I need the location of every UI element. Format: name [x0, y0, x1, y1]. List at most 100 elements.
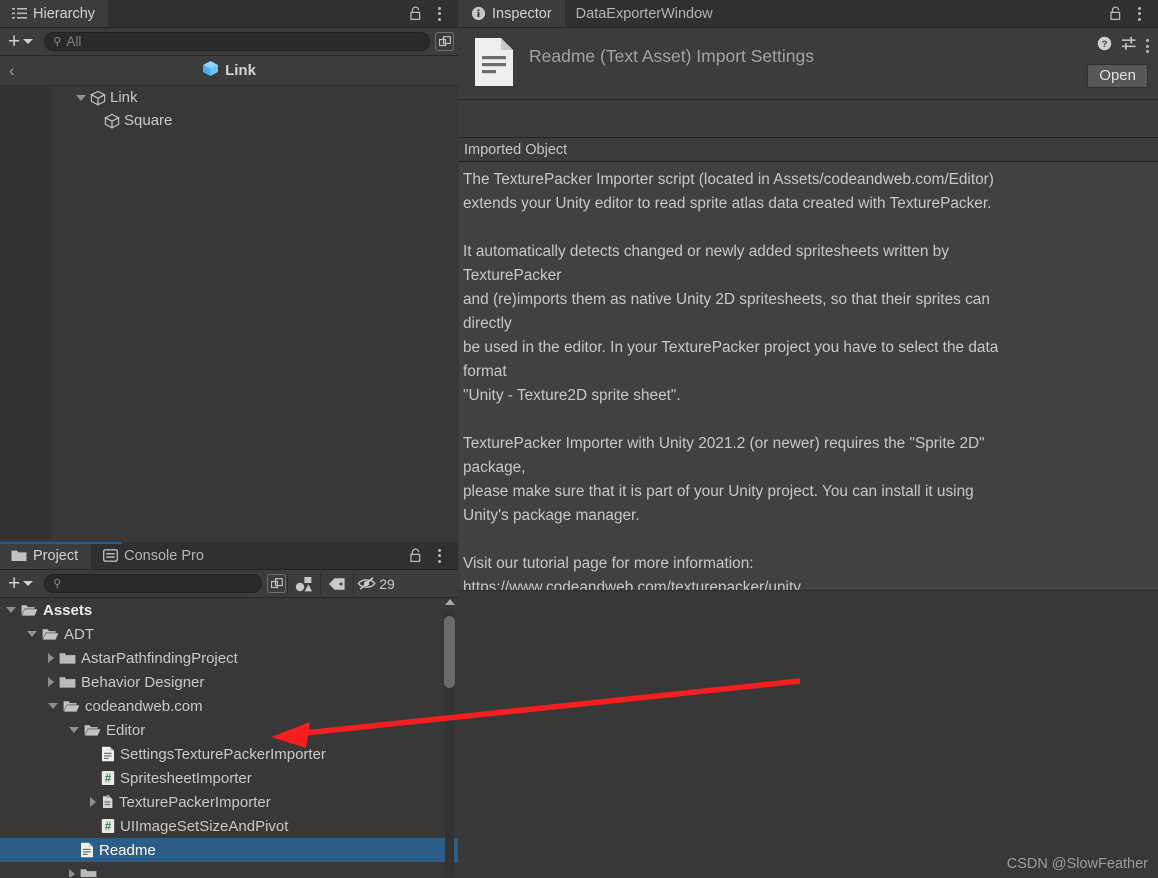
- hierarchy-search-value: All: [66, 34, 82, 49]
- toolbar-divider: [287, 573, 289, 594]
- project-item-label: Editor: [106, 721, 146, 739]
- text-asset-icon: [80, 842, 94, 858]
- expand-triangle-down-icon[interactable]: [76, 94, 86, 101]
- expand-triangle-down-icon[interactable]: [6, 607, 16, 613]
- folder-open-icon: [63, 699, 80, 713]
- kebab-menu-icon[interactable]: [1146, 39, 1149, 53]
- tab-project[interactable]: Project: [0, 542, 92, 569]
- folder-icon: [59, 675, 76, 689]
- chevron-left-icon[interactable]: ‹: [9, 62, 15, 79]
- page-title: Readme (Text Asset) Import Settings: [529, 46, 814, 66]
- project-item[interactable]: # UIImageSetSizeAndPivot: [0, 814, 458, 838]
- project-toolbar: + ⚲ 29: [0, 570, 458, 598]
- expand-triangle-down-icon[interactable]: [27, 631, 37, 637]
- hierarchy-item-label: Link: [110, 89, 138, 106]
- inspector-panel: Inspector DataExporterWindow Readme (Tex…: [459, 0, 1158, 878]
- project-item[interactable]: Assets: [0, 598, 458, 622]
- expand-triangle-right-icon[interactable]: [48, 653, 54, 663]
- hierarchy-search-input[interactable]: ⚲ All: [44, 32, 430, 51]
- inspector-header-icons: ?: [1097, 36, 1149, 56]
- project-item[interactable]: codeandweb.com: [0, 694, 458, 718]
- project-item-label: UIImageSetSizeAndPivot: [120, 817, 289, 835]
- project-item-label: Behavior Designer: [81, 673, 205, 691]
- expand-triangle-right-icon[interactable]: [90, 797, 96, 807]
- scrollbar-thumb[interactable]: [444, 616, 455, 688]
- project-item[interactable]: ADT: [0, 622, 458, 646]
- project-panel: Project Console Pro + ⚲ 29 Assets ADT As…: [0, 542, 458, 878]
- text-asset-icon: [101, 746, 115, 762]
- prefab-cube-icon: [202, 60, 219, 82]
- project-item-label: Assets: [43, 601, 93, 619]
- help-circle-icon[interactable]: ?: [1097, 36, 1112, 56]
- breadcrumb[interactable]: Link: [202, 60, 256, 82]
- svg-text:#: #: [105, 821, 112, 833]
- expand-triangle-right-icon[interactable]: [48, 677, 54, 687]
- tab-hierarchy-label: Hierarchy: [33, 5, 96, 22]
- project-tab-controls: [404, 542, 458, 569]
- breadcrumb-label: Link: [225, 62, 256, 79]
- lock-icon[interactable]: [1104, 3, 1126, 25]
- popout-window-icon[interactable]: [435, 32, 454, 51]
- project-item[interactable]: SettingsTexturePackerImporter: [0, 742, 458, 766]
- inspector-tabbar: Inspector DataExporterWindow: [459, 0, 1158, 28]
- plus-icon: +: [8, 29, 21, 53]
- create-gameobject-button[interactable]: +: [4, 29, 39, 53]
- chevron-down-icon: [23, 39, 34, 44]
- hierarchy-list-icon: [11, 6, 27, 22]
- kebab-menu-icon[interactable]: [428, 3, 450, 25]
- imported-object-label: Imported Object: [459, 138, 1158, 162]
- lock-icon[interactable]: [404, 3, 426, 25]
- tab-inspector[interactable]: Inspector: [459, 0, 565, 27]
- open-button[interactable]: Open: [1087, 64, 1148, 88]
- tag-label-icon[interactable]: [322, 573, 352, 595]
- unity-editor-window: Hierarchy + ⚲ All ‹ Link Link Square Ins…: [0, 0, 1158, 878]
- search-icon: ⚲: [53, 578, 62, 590]
- hierarchy-item-square[interactable]: Square: [0, 109, 458, 132]
- hierarchy-tabbar: Hierarchy: [0, 0, 458, 28]
- hierarchy-item-link[interactable]: Link: [0, 86, 458, 109]
- eye-slash-icon[interactable]: [355, 573, 379, 595]
- expand-triangle-right-icon[interactable]: [69, 869, 75, 877]
- project-tabbar: Project Console Pro: [0, 542, 458, 570]
- text-asset-document-icon: [473, 37, 515, 87]
- search-icon: ⚲: [53, 36, 62, 48]
- tab-hierarchy[interactable]: Hierarchy: [0, 0, 109, 27]
- project-item[interactable]: AstarPathfindingProject: [0, 646, 458, 670]
- folder-open-icon: [42, 627, 59, 641]
- preset-sliders-icon[interactable]: [1121, 36, 1137, 56]
- project-tree[interactable]: Assets ADT AstarPathfindingProject Behavior…: [0, 598, 458, 877]
- project-scrollbar[interactable]: [442, 598, 456, 877]
- create-asset-button[interactable]: +: [4, 573, 39, 594]
- gameobject-cube-icon: [90, 90, 106, 106]
- project-item[interactable]: # SpritesheetImporter: [0, 766, 458, 790]
- project-search-input[interactable]: ⚲: [44, 574, 263, 593]
- expand-triangle-down-icon[interactable]: [48, 703, 58, 709]
- folder-icon: [59, 651, 76, 665]
- hierarchy-tree[interactable]: Link Square: [0, 86, 458, 540]
- shapes-filter-icon[interactable]: [289, 573, 319, 595]
- folder-open-icon: [21, 603, 38, 617]
- scroll-up-arrow-icon[interactable]: [445, 599, 455, 605]
- tab-console-pro[interactable]: Console Pro: [91, 542, 217, 569]
- csharp-script-icon: #: [101, 770, 115, 786]
- tab-project-label: Project: [33, 547, 79, 564]
- csharp-script-icon: #: [101, 818, 115, 834]
- toolbar-divider: [320, 573, 322, 594]
- project-item-label: Readme: [99, 841, 156, 859]
- project-item-partial[interactable]: [0, 862, 458, 877]
- svg-text:#: #: [105, 773, 112, 785]
- project-item-selected[interactable]: Readme: [0, 838, 458, 862]
- lock-icon[interactable]: [404, 545, 426, 567]
- kebab-menu-icon[interactable]: [1128, 3, 1150, 25]
- svg-text:?: ?: [1102, 39, 1108, 50]
- expand-triangle-down-icon[interactable]: [69, 727, 79, 733]
- project-item[interactable]: TexturePackerImporter: [0, 790, 458, 814]
- tab-dataexporterwindow[interactable]: DataExporterWindow: [565, 0, 726, 27]
- project-item[interactable]: Editor: [0, 718, 458, 742]
- popout-window-icon[interactable]: [267, 574, 287, 593]
- hierarchy-toolbar: + ⚲ All: [0, 28, 458, 56]
- project-item[interactable]: Behavior Designer: [0, 670, 458, 694]
- project-item-label: SettingsTexturePackerImporter: [120, 745, 326, 763]
- hierarchy-item-label: Square: [124, 112, 173, 129]
- kebab-menu-icon[interactable]: [428, 545, 450, 567]
